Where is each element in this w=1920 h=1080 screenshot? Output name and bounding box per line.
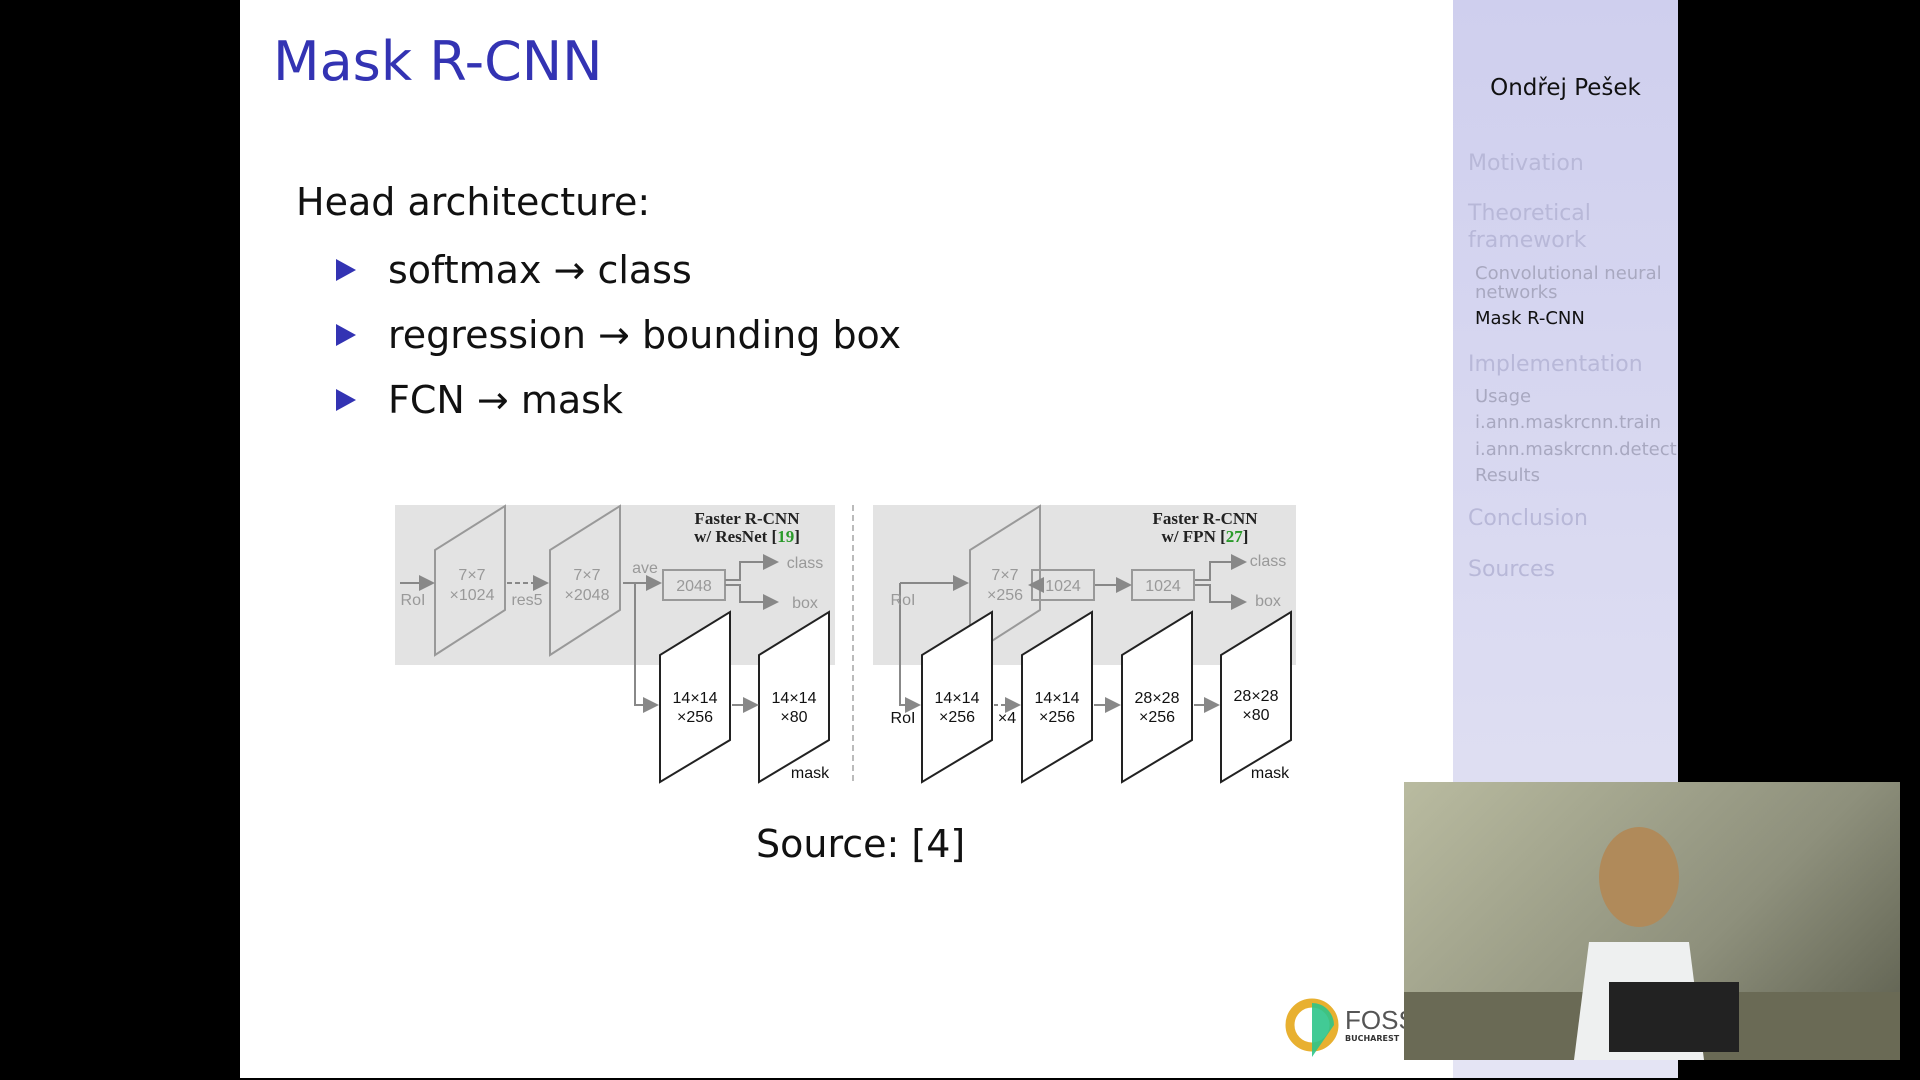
label: 28×28 [1234, 688, 1279, 705]
nav-item-mask-rcnn[interactable]: Mask R-CNN [1475, 309, 1585, 328]
svg-text:FOSS: FOSS [1345, 1005, 1405, 1035]
foss4g-logo: FOSSBUCHAREST [1285, 995, 1416, 1069]
lead-text: Head architecture: [296, 180, 651, 224]
label: 28×28 [1135, 690, 1180, 707]
author-name: Ondřej Pešek [1490, 75, 1641, 101]
slide: Mask R-CNN Head architecture: softmax → … [240, 0, 1453, 1078]
label: RoI [891, 592, 916, 609]
label: ×80 [780, 709, 807, 726]
bullet-triangle-icon [336, 389, 356, 411]
label: 1024 [1145, 578, 1181, 595]
svg-text:BUCHAREST: BUCHAREST [1345, 1034, 1400, 1043]
label: class [787, 555, 823, 572]
label: mask [1251, 765, 1290, 782]
bullet-triangle-icon [336, 324, 356, 346]
nav-item-train[interactable]: i.ann.maskrcnn.train [1475, 413, 1661, 432]
speaker-webcam-video [1404, 782, 1900, 1060]
label: ×2048 [565, 587, 610, 604]
diagram-subtitle: w/ FPN [27] [1162, 527, 1249, 546]
label: mask [791, 765, 830, 782]
label: class [1250, 553, 1286, 570]
bullet-item: FCN → mask [336, 378, 623, 422]
diagram-title: Faster R-CNN [1153, 509, 1259, 528]
label: 14×14 [935, 690, 980, 707]
bullet-item: regression → bounding box [336, 313, 901, 357]
diagram-subtitle: w/ ResNet [19] [694, 527, 800, 546]
label: ×4 [998, 710, 1016, 727]
nav-section-sources[interactable]: Sources [1468, 556, 1555, 583]
label: res5 [511, 592, 542, 609]
nav-section-implementation[interactable]: Implementation [1468, 351, 1643, 378]
label: box [1255, 593, 1281, 610]
label: 14×14 [673, 690, 718, 707]
nav-section-conclusion[interactable]: Conclusion [1468, 505, 1588, 532]
slide-title: Mask R-CNN [273, 30, 603, 93]
label: 7×7 [573, 567, 600, 584]
label: 7×7 [458, 567, 485, 584]
label: 14×14 [1035, 690, 1080, 707]
diagram-title: Faster R-CNN [695, 509, 801, 528]
nav-section-theoretical-framework[interactable]: Theoretical framework [1468, 200, 1598, 254]
bullet-text: softmax → class [388, 248, 692, 292]
nav-item-results[interactable]: Results [1475, 466, 1540, 485]
label: RoI [401, 592, 426, 609]
label: ×256 [677, 709, 713, 726]
nav-item-cnn[interactable]: Convolutional neural networks [1475, 264, 1675, 302]
label: 2048 [676, 578, 712, 595]
label: ×256 [1139, 709, 1175, 726]
label: ×80 [1242, 707, 1269, 724]
nav-section-motivation[interactable]: Motivation [1468, 150, 1584, 177]
head-architecture-diagram: RoI 7×7 ×1024 res5 7×7 ×2048 ave 2048 cl… [395, 504, 1296, 785]
label: ×1024 [450, 587, 495, 604]
label: ×256 [939, 709, 975, 726]
label: 1024 [1045, 578, 1081, 595]
nav-item-detect[interactable]: i.ann.maskrcnn.detect [1475, 440, 1677, 459]
bullet-item: softmax → class [336, 248, 692, 292]
label: box [792, 595, 818, 612]
label: RoI [891, 710, 916, 727]
label: ×256 [1039, 709, 1075, 726]
label: 14×14 [772, 690, 817, 707]
nav-item-usage[interactable]: Usage [1475, 387, 1531, 406]
label: 7×7 [991, 567, 1018, 584]
bullet-text: FCN → mask [388, 378, 623, 422]
source-citation: Source: [4] [756, 822, 966, 866]
label: ave [632, 560, 658, 577]
bullet-text: regression → bounding box [388, 313, 902, 357]
label: ×256 [987, 587, 1023, 604]
bullet-triangle-icon [336, 259, 356, 281]
